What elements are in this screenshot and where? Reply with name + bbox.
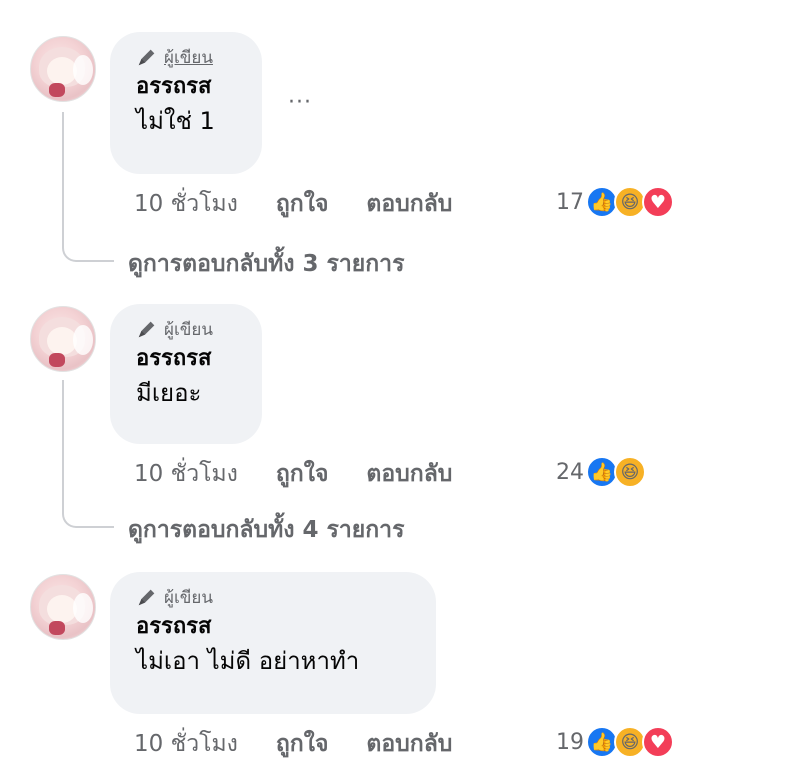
comment-bubble: ผู้เขียน อรรถรส ไม่ใช่ 1 [110,32,262,174]
comment-actions: 10 ชั่วโมง ถูกใจ ตอบกลับ [134,186,452,222]
author-badge-label: ผู้เขียน [164,587,213,608]
reply-button[interactable]: ตอบกลับ [366,186,452,222]
author-name[interactable]: อรรถรส [136,610,410,644]
comment-text: มีเยอะ [136,379,202,407]
love-icon: ♥ [642,726,674,758]
avatar[interactable] [30,306,96,372]
avatar[interactable] [30,36,96,102]
love-icon: ♥ [642,186,674,218]
author-badge: ผู้เขียน [136,44,236,70]
reaction-summary[interactable]: 24 👍 😆 [556,456,646,488]
timestamp[interactable]: 10 ชั่วโมง [134,726,238,762]
haha-icon: 😆 [614,456,646,488]
reaction-count: 17 [556,189,584,215]
author-badge-label: ผู้เขียน [164,319,213,340]
author-name[interactable]: อรรถรส [136,342,236,376]
comment-bubble: ผู้เขียน อรรถรส ไม่เอา ไม่ดี อย่าหาทำ [110,572,436,714]
timestamp[interactable]: 10 ชั่วโมง [134,186,238,222]
reply-button[interactable]: ตอบกลับ [366,726,452,762]
thread-connector [62,112,114,262]
thread-connector [62,380,114,528]
reaction-summary[interactable]: 19 👍 😆 ♥ [556,726,674,758]
pen-icon [138,321,155,338]
pen-icon [138,49,155,66]
like-button[interactable]: ถูกใจ [276,726,329,762]
like-button[interactable]: ถูกใจ [276,456,329,492]
reaction-summary[interactable]: 17 👍 😆 ♥ [556,186,674,218]
avatar[interactable] [30,574,96,640]
pen-icon [138,589,155,606]
comment-actions: 10 ชั่วโมง ถูกใจ ตอบกลับ [134,726,452,762]
author-badge-label: ผู้เขียน [164,47,213,68]
comment-bubble: ผู้เขียน อรรถรส มีเยอะ [110,304,262,444]
view-replies-link[interactable]: ดูการตอบกลับทั้ง 3 รายการ [128,246,404,282]
comment-text: ไม่ใช่ 1 [136,107,215,135]
like-button[interactable]: ถูกใจ [276,186,329,222]
author-name[interactable]: อรรถรส [136,70,236,104]
reaction-count: 24 [556,459,584,485]
view-replies-link[interactable]: ดูการตอบกลับทั้ง 4 รายการ [128,512,404,548]
reaction-count: 19 [556,729,584,755]
timestamp[interactable]: 10 ชั่วโมง [134,456,238,492]
more-options-button[interactable]: ··· [288,90,312,115]
author-badge: ผู้เขียน [136,316,236,342]
author-badge: ผู้เขียน [136,584,410,610]
comment-actions: 10 ชั่วโมง ถูกใจ ตอบกลับ [134,456,452,492]
comment-text: ไม่เอา ไม่ดี อย่าหาทำ [136,647,360,675]
reply-button[interactable]: ตอบกลับ [366,456,452,492]
